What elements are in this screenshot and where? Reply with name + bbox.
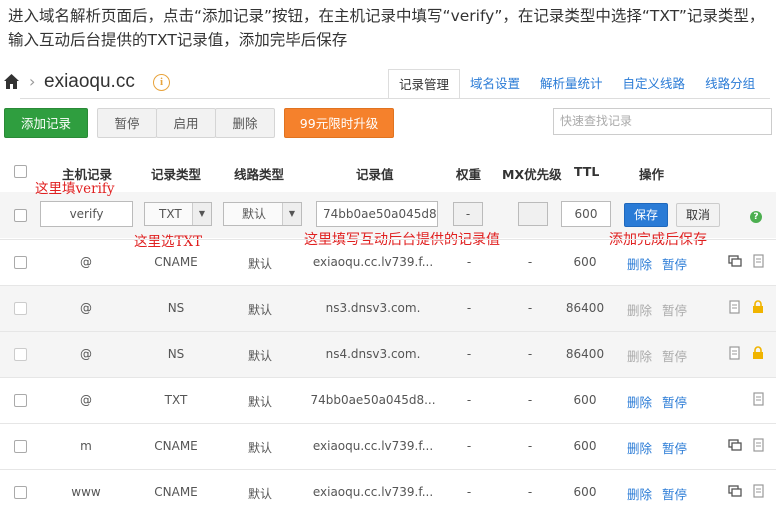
type-select-value: TXT: [159, 207, 182, 221]
tab-record-management[interactable]: 记录管理: [388, 69, 461, 99]
col-type: 记录类型: [151, 167, 202, 182]
note-icon[interactable]: [728, 300, 742, 314]
tab-line-groups[interactable]: 线路分组: [695, 69, 766, 99]
value-input[interactable]: 74bb0ae50a045d8a: [316, 201, 438, 227]
note-icon[interactable]: [752, 392, 766, 406]
annotation-type: 这里选TXT: [134, 234, 203, 250]
home-icon[interactable]: [3, 73, 20, 91]
upgrade-button[interactable]: 99元限时升级: [284, 108, 394, 138]
annotation-host: 这里填verify: [35, 181, 115, 197]
tab-bar: 记录管理 域名设置 解析量统计 自定义线路 线路分组: [388, 69, 766, 99]
host-input[interactable]: verify: [40, 201, 133, 227]
tab-domain-settings[interactable]: 域名设置: [460, 69, 531, 99]
tab-query-stats[interactable]: 解析量统计: [530, 69, 613, 99]
row-divider: [0, 377, 776, 378]
lock-icon[interactable]: [751, 300, 765, 314]
col-ttl: TTL: [574, 164, 600, 179]
line-select-value: 默认: [242, 207, 267, 221]
row-divider: [0, 469, 776, 470]
delete-link: 删除: [627, 303, 653, 318]
col-ops: 操作: [639, 167, 665, 182]
note-icon[interactable]: [752, 254, 766, 268]
help-icon[interactable]: ?: [750, 211, 762, 223]
delete-link: 删除: [627, 349, 653, 364]
pause-link: 暂停: [662, 303, 688, 318]
note-icon[interactable]: [728, 346, 742, 360]
add-record-button[interactable]: 添加记录: [4, 108, 88, 138]
cancel-button[interactable]: 取消: [676, 203, 720, 227]
ttl-input[interactable]: 600: [561, 201, 611, 227]
pause-link[interactable]: 暂停: [662, 254, 687, 273]
weight-input: -: [453, 202, 483, 226]
pause-link: 暂停: [662, 349, 688, 364]
pause-link[interactable]: 暂停: [662, 484, 687, 503]
delete-link[interactable]: 删除: [627, 438, 652, 457]
lock-icon[interactable]: [751, 346, 765, 360]
tab-custom-lines[interactable]: 自定义线路: [612, 69, 696, 99]
tab-divider: [20, 98, 770, 99]
enable-button[interactable]: 启用: [156, 108, 216, 138]
type-select[interactable]: TXT ▼: [144, 202, 212, 226]
row-divider: [0, 239, 776, 240]
row-divider: [0, 423, 776, 424]
col-line: 线路类型: [234, 167, 285, 182]
col-mx: MX优先级: [502, 167, 562, 182]
col-value: 记录值: [356, 167, 394, 182]
select-all-checkbox[interactable]: [14, 165, 27, 178]
domain-name: exiaoqu.cc: [44, 71, 135, 92]
delete-link[interactable]: 删除: [627, 254, 652, 273]
comment-icon[interactable]: [728, 484, 742, 498]
edit-row-checkbox[interactable]: [14, 209, 27, 222]
note-icon[interactable]: [752, 484, 766, 498]
search-input[interactable]: 快速查找记录: [553, 108, 772, 135]
note-icon[interactable]: [752, 438, 766, 452]
pause-button[interactable]: 暂停: [97, 108, 157, 138]
instruction-text: 进入域名解析页面后，点击“添加记录”按钮，在主机记录中填写“verify”，在记…: [8, 7, 765, 49]
delete-button[interactable]: 删除: [215, 108, 275, 138]
pause-link[interactable]: 暂停: [662, 438, 687, 457]
delete-link[interactable]: 删除: [627, 484, 652, 503]
chevron-down-icon: ▼: [192, 203, 211, 225]
delete-link[interactable]: 删除: [627, 392, 652, 411]
col-weight: 权重: [456, 167, 482, 182]
comment-icon[interactable]: [728, 438, 742, 452]
comment-icon[interactable]: [728, 254, 742, 268]
pause-link[interactable]: 暂停: [662, 392, 687, 411]
line-select[interactable]: 默认 ▼: [223, 202, 302, 226]
chevron-down-icon: ▼: [282, 203, 301, 225]
save-button[interactable]: 保存: [624, 203, 668, 227]
info-icon[interactable]: i: [153, 74, 170, 91]
breadcrumb-separator: ›: [29, 72, 36, 91]
mx-input: [518, 202, 548, 226]
